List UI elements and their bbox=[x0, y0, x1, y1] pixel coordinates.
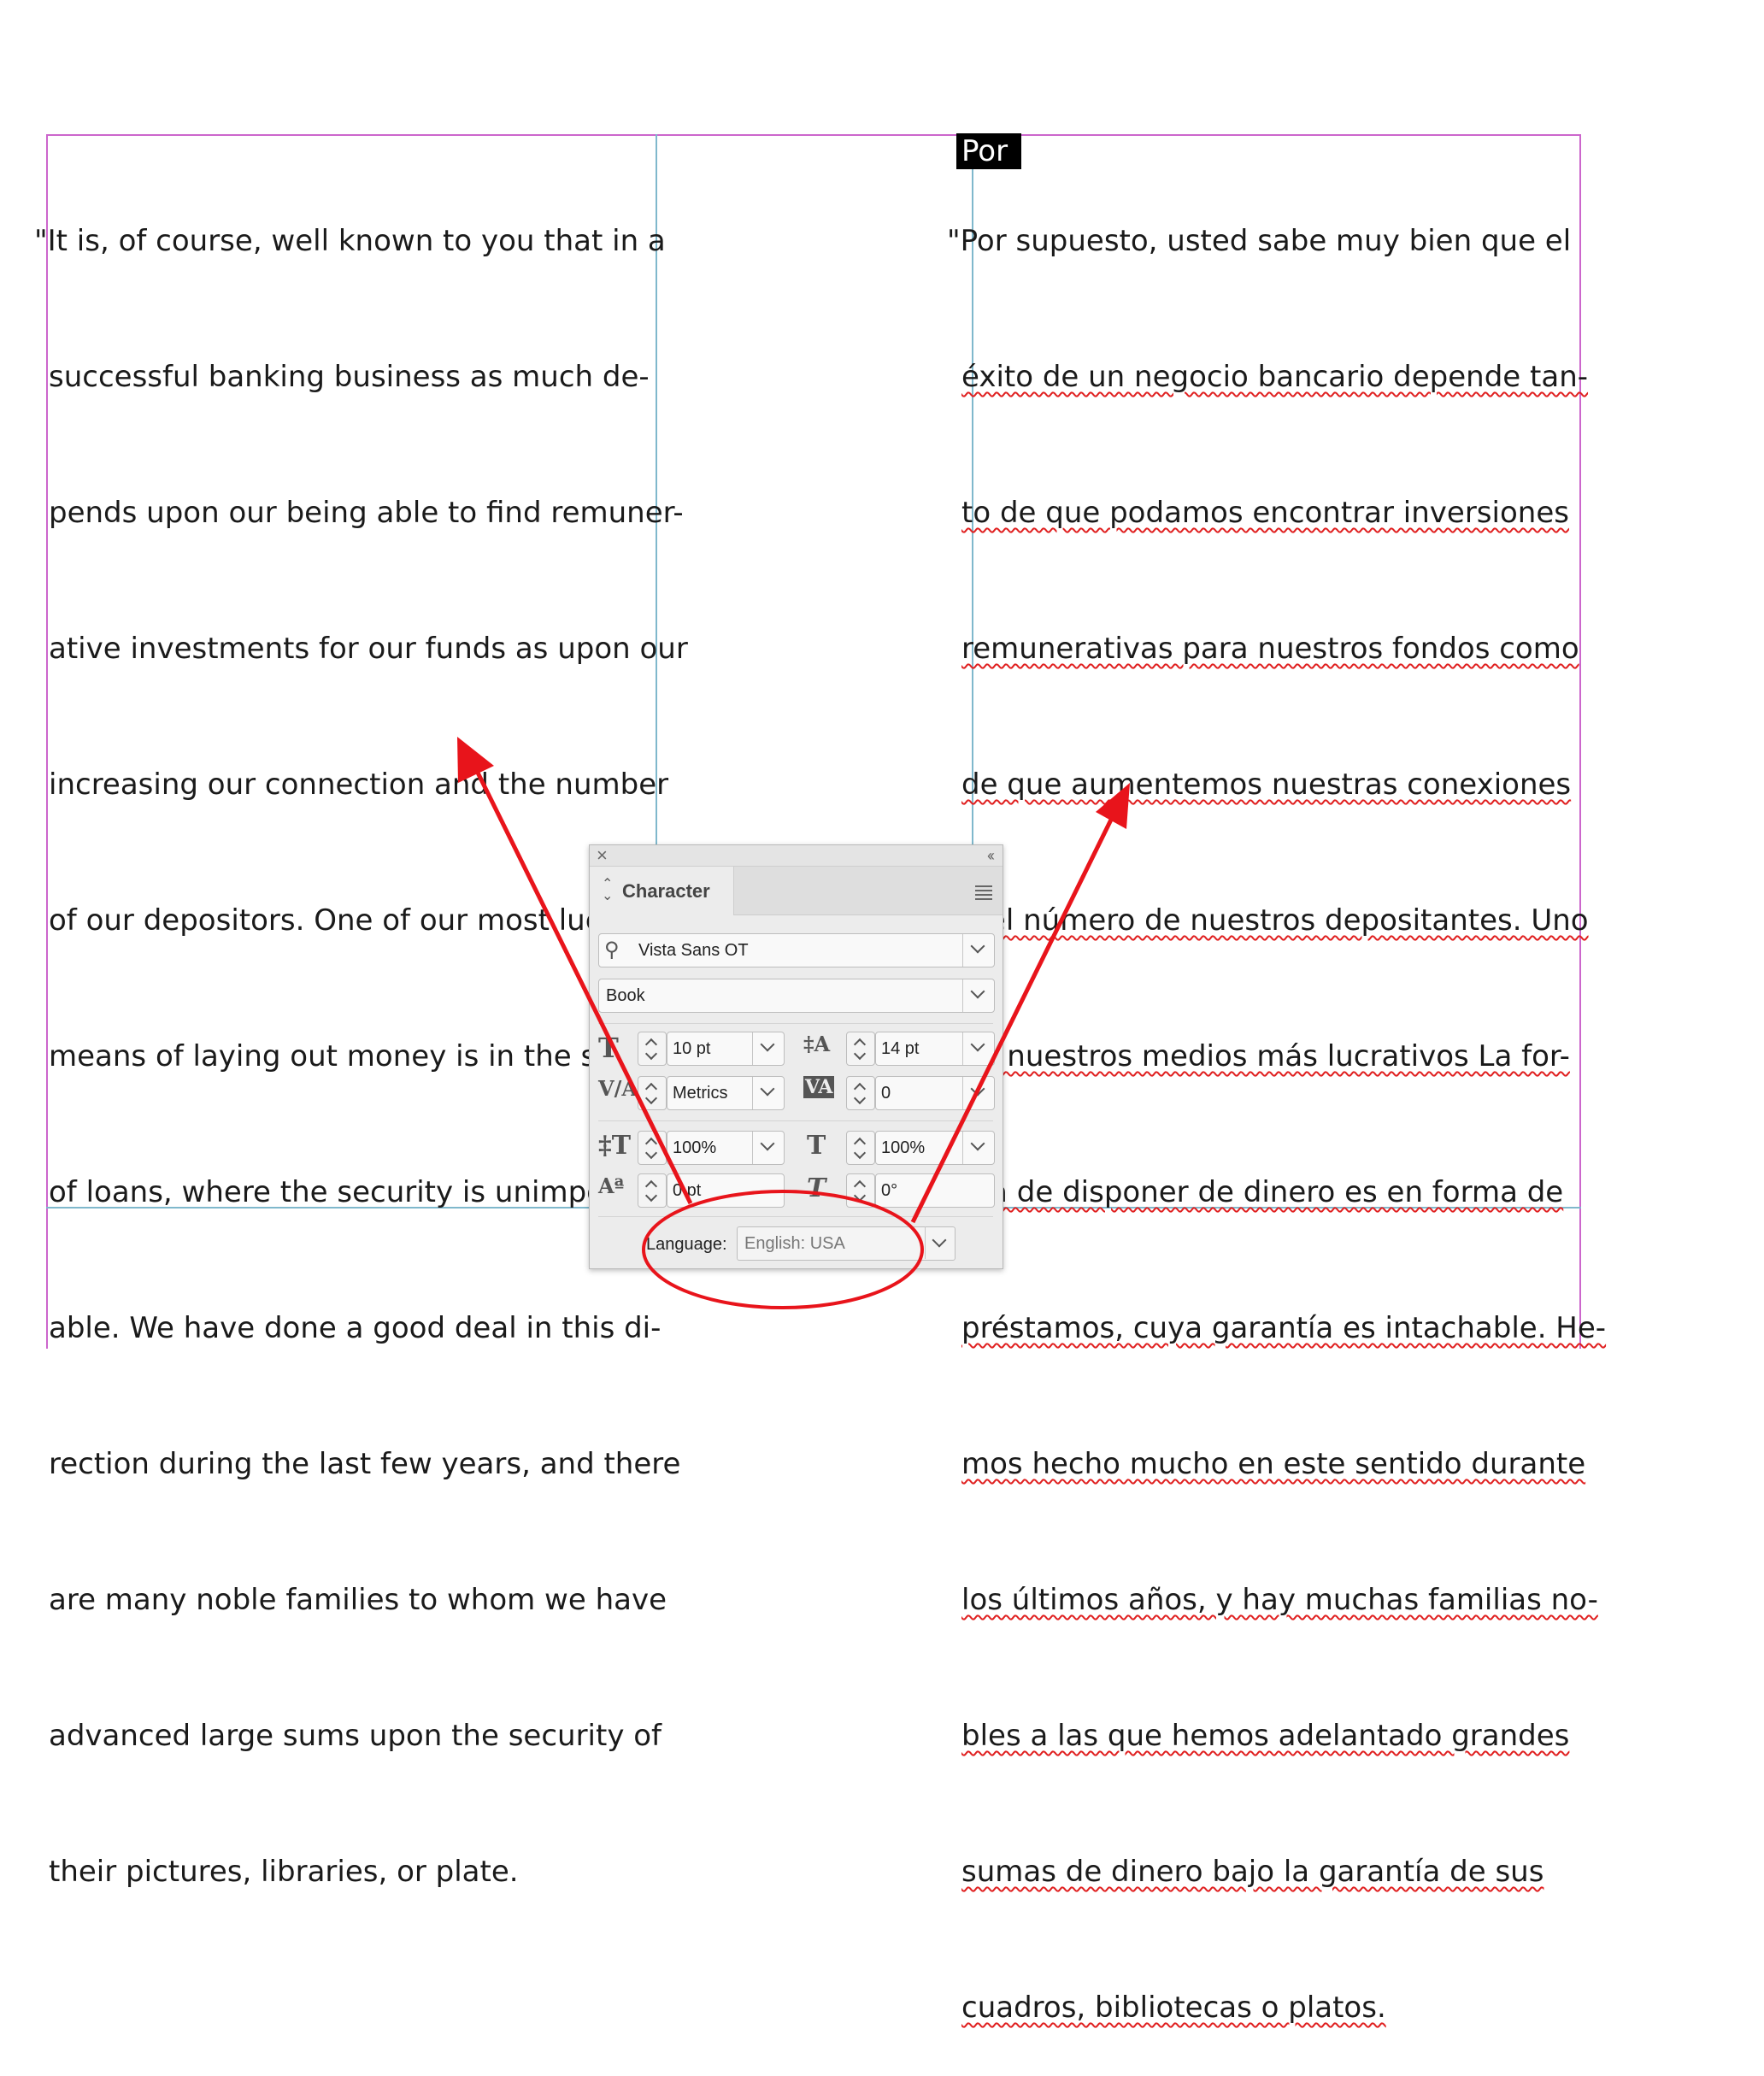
text-line: advanced large sums upon the security of bbox=[49, 1719, 662, 1753]
annotation-overlay bbox=[457, 737, 1130, 1309]
arrow-shaft-right bbox=[910, 815, 1115, 1224]
text-line: sumas de dinero bajo la garantía de sus bbox=[961, 1855, 1544, 1889]
text-line: bles a las que hemos adelantado grandes bbox=[961, 1719, 1570, 1753]
text-line: are many noble families to whom we have bbox=[49, 1583, 667, 1617]
arrow-head-left bbox=[457, 737, 494, 783]
highlight-ellipse bbox=[642, 1190, 924, 1309]
arrow-shaft-left bbox=[473, 767, 693, 1205]
text-line: their pictures, libraries, or plate. bbox=[49, 1855, 519, 1889]
text-line: mos hecho mucho en este sentido durante bbox=[961, 1447, 1586, 1481]
text-line: los últimos años, y hay muchas familias … bbox=[961, 1583, 1598, 1617]
text-line: cuadros, bibliotecas o platos. bbox=[961, 1991, 1386, 2025]
text-line: rection during the last few years, and t… bbox=[49, 1447, 681, 1481]
arrow-head-right bbox=[1096, 783, 1130, 829]
